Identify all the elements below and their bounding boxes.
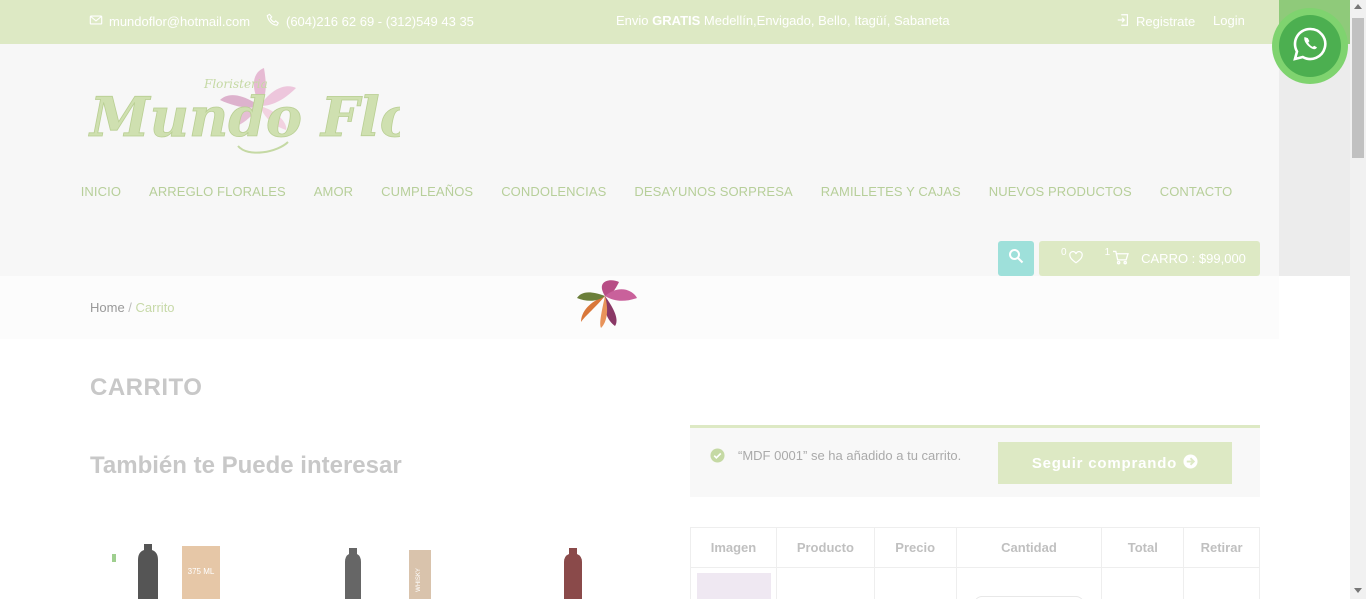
product-label-375ml: 375 ML bbox=[188, 567, 215, 576]
cart-item-remove[interactable] bbox=[1183, 567, 1260, 599]
login-link[interactable]: Login bbox=[1213, 13, 1245, 28]
breadcrumb-home[interactable]: Home bbox=[90, 300, 125, 315]
phone-icon bbox=[266, 13, 280, 30]
promo-prefix: Envio bbox=[616, 13, 653, 28]
cart-item-name[interactable] bbox=[775, 567, 875, 599]
scroll-down-arrow-icon[interactable] bbox=[1354, 588, 1362, 593]
col-imagen: Imagen bbox=[690, 527, 777, 568]
free-shipping-banner: Envio GRATIS Medellín,Envigado, Bello, I… bbox=[616, 13, 950, 28]
continue-shopping-button[interactable]: Seguir comprando bbox=[998, 442, 1232, 484]
nav-ramilletes-y-cajas[interactable]: RAMILLETES Y CAJAS bbox=[821, 184, 961, 199]
col-producto: Producto bbox=[775, 527, 875, 568]
product-label-whisky: WHISKY bbox=[416, 568, 422, 592]
main-nav: INICIO ARREGLO FLORALES AMOR CUMPLEAÑOS … bbox=[0, 184, 1279, 199]
loading-flower-icon bbox=[575, 276, 639, 330]
cart-button[interactable]: 0 1 CARRO : $99,000 bbox=[1039, 241, 1260, 276]
logo-main-text: Mundo Flor bbox=[88, 85, 400, 149]
cart-table-header-row: Imagen Producto Precio Cantidad Total Re… bbox=[690, 527, 1260, 568]
related-product-3[interactable] bbox=[548, 540, 598, 599]
related-product-1[interactable]: 375 ML bbox=[108, 540, 233, 599]
cart-count: 1 bbox=[1104, 247, 1111, 258]
login-icon bbox=[1116, 13, 1130, 30]
page-scrollbar[interactable] bbox=[1350, 0, 1366, 599]
phone-text: (604)216 62 69 - (312)549 43 35 bbox=[286, 14, 474, 29]
breadcrumb-separator: / bbox=[124, 300, 136, 315]
scroll-up-arrow-icon[interactable] bbox=[1354, 4, 1362, 9]
arrow-right-icon bbox=[1183, 453, 1198, 473]
contact-phone[interactable]: (604)216 62 69 - (312)549 43 35 bbox=[266, 13, 474, 30]
search-icon bbox=[1008, 248, 1024, 269]
nav-desayunos-sorpresa[interactable]: DESAYUNOS SORPRESA bbox=[634, 184, 792, 199]
breadcrumb-current: Carrito bbox=[135, 300, 175, 315]
related-product-2[interactable]: WHISKY bbox=[333, 540, 443, 599]
cart-icon bbox=[1112, 250, 1130, 268]
breadcrumb-band: Home / Carrito bbox=[0, 276, 1279, 339]
col-total: Total bbox=[1101, 527, 1185, 568]
login-text: Login bbox=[1213, 13, 1245, 28]
cart-item-image[interactable] bbox=[690, 567, 777, 599]
col-cantidad: Cantidad bbox=[955, 527, 1103, 568]
nav-arreglo-florales[interactable]: ARREGLO FLORALES bbox=[149, 184, 286, 199]
promo-suffix: Medellín,Envigado, Bello, Itagüí, Sabane… bbox=[700, 13, 950, 28]
mail-icon bbox=[89, 13, 103, 30]
cart-item-quantity[interactable] bbox=[955, 567, 1103, 599]
nav-inicio[interactable]: INICIO bbox=[81, 184, 121, 199]
scrollbar-thumb[interactable] bbox=[1352, 18, 1364, 158]
breadcrumb: Home / Carrito bbox=[90, 300, 175, 315]
cart-added-notice: “MDF 0001” se ha añadido a tu carrito. S… bbox=[690, 425, 1260, 497]
cart-item-total bbox=[1101, 567, 1185, 599]
table-row bbox=[690, 567, 1260, 599]
wishlist-count: 0 bbox=[1061, 247, 1067, 258]
email-text: mundoflor@hotmail.com bbox=[109, 14, 251, 29]
site-logo[interactable]: Floristeria Mundo Flor bbox=[88, 66, 448, 158]
contact-email[interactable]: mundoflor@hotmail.com bbox=[89, 13, 250, 30]
nav-nuevos-productos[interactable]: NUEVOS PRODUCTOS bbox=[989, 184, 1132, 199]
nav-amor[interactable]: AMOR bbox=[314, 184, 353, 199]
register-text: Registrate bbox=[1136, 14, 1196, 29]
whatsapp-button[interactable] bbox=[1272, 8, 1348, 84]
page-title: CARRITO bbox=[90, 374, 203, 401]
cart-item-price bbox=[873, 567, 957, 599]
nav-cumpleanos[interactable]: CUMPLEAÑOS bbox=[381, 184, 473, 199]
promo-bold: GRATIS bbox=[652, 13, 701, 28]
check-circle-icon bbox=[710, 448, 725, 468]
col-precio: Precio bbox=[873, 527, 957, 568]
register-link[interactable]: Registrate bbox=[1116, 13, 1195, 30]
search-button[interactable] bbox=[998, 241, 1034, 276]
col-retirar: Retirar bbox=[1183, 527, 1260, 568]
related-products-title: También te Puede interesar bbox=[90, 452, 402, 479]
product-thumbnail bbox=[697, 573, 771, 599]
cart-total-label: CARRO : $99,000 bbox=[1141, 251, 1246, 266]
whatsapp-icon bbox=[1292, 26, 1328, 67]
continue-shopping-label: Seguir comprando bbox=[1031, 454, 1178, 472]
nav-condolencias[interactable]: CONDOLENCIAS bbox=[501, 184, 606, 199]
notice-message: “MDF 0001” se ha añadido a tu carrito. bbox=[738, 448, 962, 463]
top-bar: mundoflor@hotmail.com (604)216 62 69 - (… bbox=[0, 0, 1279, 44]
related-products-row: 375 ML WHISKY bbox=[108, 540, 648, 599]
nav-contacto[interactable]: CONTACTO bbox=[1160, 184, 1233, 199]
heart-icon bbox=[1068, 250, 1083, 267]
cart-table: Imagen Producto Precio Cantidad Total Re… bbox=[690, 527, 1260, 599]
